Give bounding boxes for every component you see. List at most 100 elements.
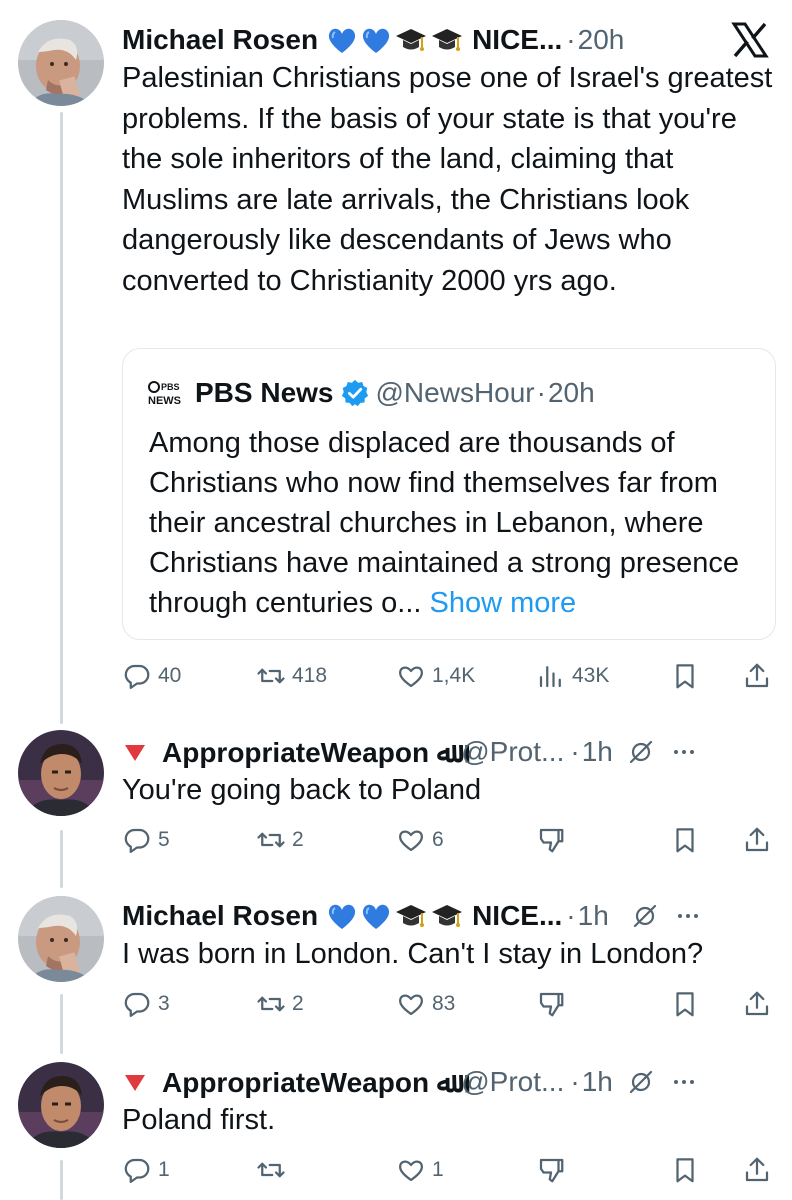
bookmark-button[interactable]: [670, 820, 700, 860]
bookmark-button[interactable]: [670, 656, 700, 696]
pbs-news-logo-icon: PBS NEWS: [148, 381, 181, 407]
thumbs-down-icon: [539, 992, 564, 1017]
show-more-link[interactable]: Show more: [430, 587, 577, 619]
like-count: 83: [432, 992, 456, 1015]
bookmark-icon: [676, 1158, 694, 1183]
reply-count: 5: [158, 828, 170, 851]
views-button[interactable]: 43K: [536, 656, 609, 696]
x-logo-icon: [731, 22, 769, 58]
repost-count: 2: [292, 992, 304, 1015]
quoted-tweet-header: PBS NEWS PBS News @NewsHour · 20h: [147, 373, 595, 413]
blue-heart-icon: [328, 904, 356, 929]
svg-text:NEWS: NEWS: [148, 395, 181, 407]
views-icon: [539, 666, 561, 688]
separator-dot: ·: [536, 377, 546, 408]
reply-tweet[interactable]: AppropriateWeapon ﷲ @Prot... · 1h Poland…: [0, 1060, 792, 1200]
repost-button[interactable]: 2: [256, 984, 304, 1024]
main-tweet[interactable]: Michael Rosen NICE... · 20h Palestinian …: [0, 16, 792, 696]
share-icon: [745, 663, 769, 688]
reply-count: 3: [158, 992, 170, 1015]
grok-icon[interactable]: [627, 738, 655, 766]
share-icon: [745, 1157, 769, 1182]
reply-icon: [124, 828, 150, 853]
like-button[interactable]: 1: [396, 1150, 444, 1190]
author-handle[interactable]: @Prot...: [461, 1066, 564, 1098]
reply-icon: [124, 992, 150, 1017]
repost-button[interactable]: [256, 1150, 292, 1190]
reply-count: 1: [158, 1158, 170, 1181]
repost-count: 2: [292, 828, 304, 851]
share-button[interactable]: [742, 984, 772, 1024]
avatar[interactable]: [18, 1062, 104, 1148]
author-name[interactable]: AppropriateWeapon ﷲ: [162, 736, 453, 769]
blue-heart-icon: [328, 28, 356, 53]
more-options-icon[interactable]: [669, 737, 699, 767]
timestamp[interactable]: 20h: [578, 24, 625, 56]
graduation-cap-icon: [432, 905, 463, 927]
like-button[interactable]: 1,4K: [396, 656, 475, 696]
downvote-button[interactable]: [536, 820, 566, 860]
svg-text:PBS: PBS: [161, 382, 180, 392]
avatar[interactable]: [18, 20, 104, 106]
quoted-author-name[interactable]: PBS News: [195, 377, 334, 409]
share-button[interactable]: [742, 1150, 772, 1190]
author-name[interactable]: Michael Rosen: [122, 24, 318, 56]
tweet-header: Michael Rosen NICE... · 20h: [122, 18, 624, 62]
reply-tweet[interactable]: AppropriateWeapon ﷲ @Prot... · 1h You're…: [0, 728, 792, 858]
grok-icon[interactable]: [631, 902, 659, 930]
avatar[interactable]: [18, 896, 104, 982]
thumbs-down-icon: [539, 828, 564, 853]
red-triangle-icon: [125, 1075, 145, 1091]
bookmark-icon: [676, 664, 694, 689]
reply-button[interactable]: 40: [122, 656, 181, 696]
graduation-cap-icon: [396, 905, 427, 927]
grok-icon[interactable]: [627, 1068, 655, 1096]
author-handle[interactable]: @Prot...: [461, 736, 564, 768]
tweet-text: Palestinian Christians pose one of Israe…: [122, 62, 773, 297]
action-bar: 1 1: [122, 1150, 776, 1190]
avatar[interactable]: [18, 730, 104, 816]
separator-dot: ·: [566, 900, 576, 931]
bookmark-icon: [676, 992, 694, 1017]
reply-button[interactable]: 3: [122, 984, 170, 1024]
separator-dot: ·: [566, 24, 576, 55]
reply-button[interactable]: 5: [122, 820, 170, 860]
like-count: 1: [432, 1158, 444, 1181]
view-count: 43K: [572, 664, 610, 687]
tweet-text: Poland first.: [122, 1104, 276, 1136]
repost-button[interactable]: 418: [256, 656, 327, 696]
downvote-button[interactable]: [536, 984, 566, 1024]
author-name[interactable]: AppropriateWeapon ﷲ: [162, 1066, 453, 1099]
author-name[interactable]: Michael Rosen: [122, 900, 318, 932]
reply-button[interactable]: 1: [122, 1150, 170, 1190]
name-badges: [326, 900, 464, 932]
repost-count: 418: [292, 664, 328, 687]
share-button[interactable]: [742, 656, 772, 696]
thumbs-down-icon: [539, 1158, 564, 1183]
blue-heart-icon: [362, 28, 390, 53]
share-button[interactable]: [742, 820, 772, 860]
timestamp[interactable]: 1h: [578, 900, 609, 932]
reply-icon: [124, 1158, 150, 1183]
bookmark-button[interactable]: [670, 1150, 700, 1190]
repost-icon: [257, 1162, 285, 1178]
quoted-timestamp[interactable]: 20h: [548, 377, 595, 409]
more-options-icon[interactable]: [669, 1067, 699, 1097]
reply-tweet[interactable]: Michael Rosen NICE... · 1h I was born in…: [0, 894, 792, 1024]
more-options-icon[interactable]: [673, 901, 703, 931]
repost-icon: [257, 668, 285, 684]
timestamp[interactable]: 1h: [582, 1066, 613, 1098]
repost-button[interactable]: 2: [256, 820, 304, 860]
action-bar: 3 2 83: [122, 984, 776, 1024]
like-button[interactable]: 83: [396, 984, 455, 1024]
reply-icon: [124, 664, 150, 689]
downvote-button[interactable]: [536, 1150, 566, 1190]
bookmark-icon: [676, 828, 694, 853]
heart-icon: [398, 1160, 424, 1182]
name-badges: [326, 24, 464, 56]
quoted-tweet[interactable]: PBS NEWS PBS News @NewsHour · 20h Among …: [122, 348, 776, 640]
like-button[interactable]: 6: [396, 820, 444, 860]
quoted-handle[interactable]: @NewsHour: [376, 377, 535, 409]
timestamp[interactable]: 1h: [582, 736, 613, 768]
bookmark-button[interactable]: [670, 984, 700, 1024]
